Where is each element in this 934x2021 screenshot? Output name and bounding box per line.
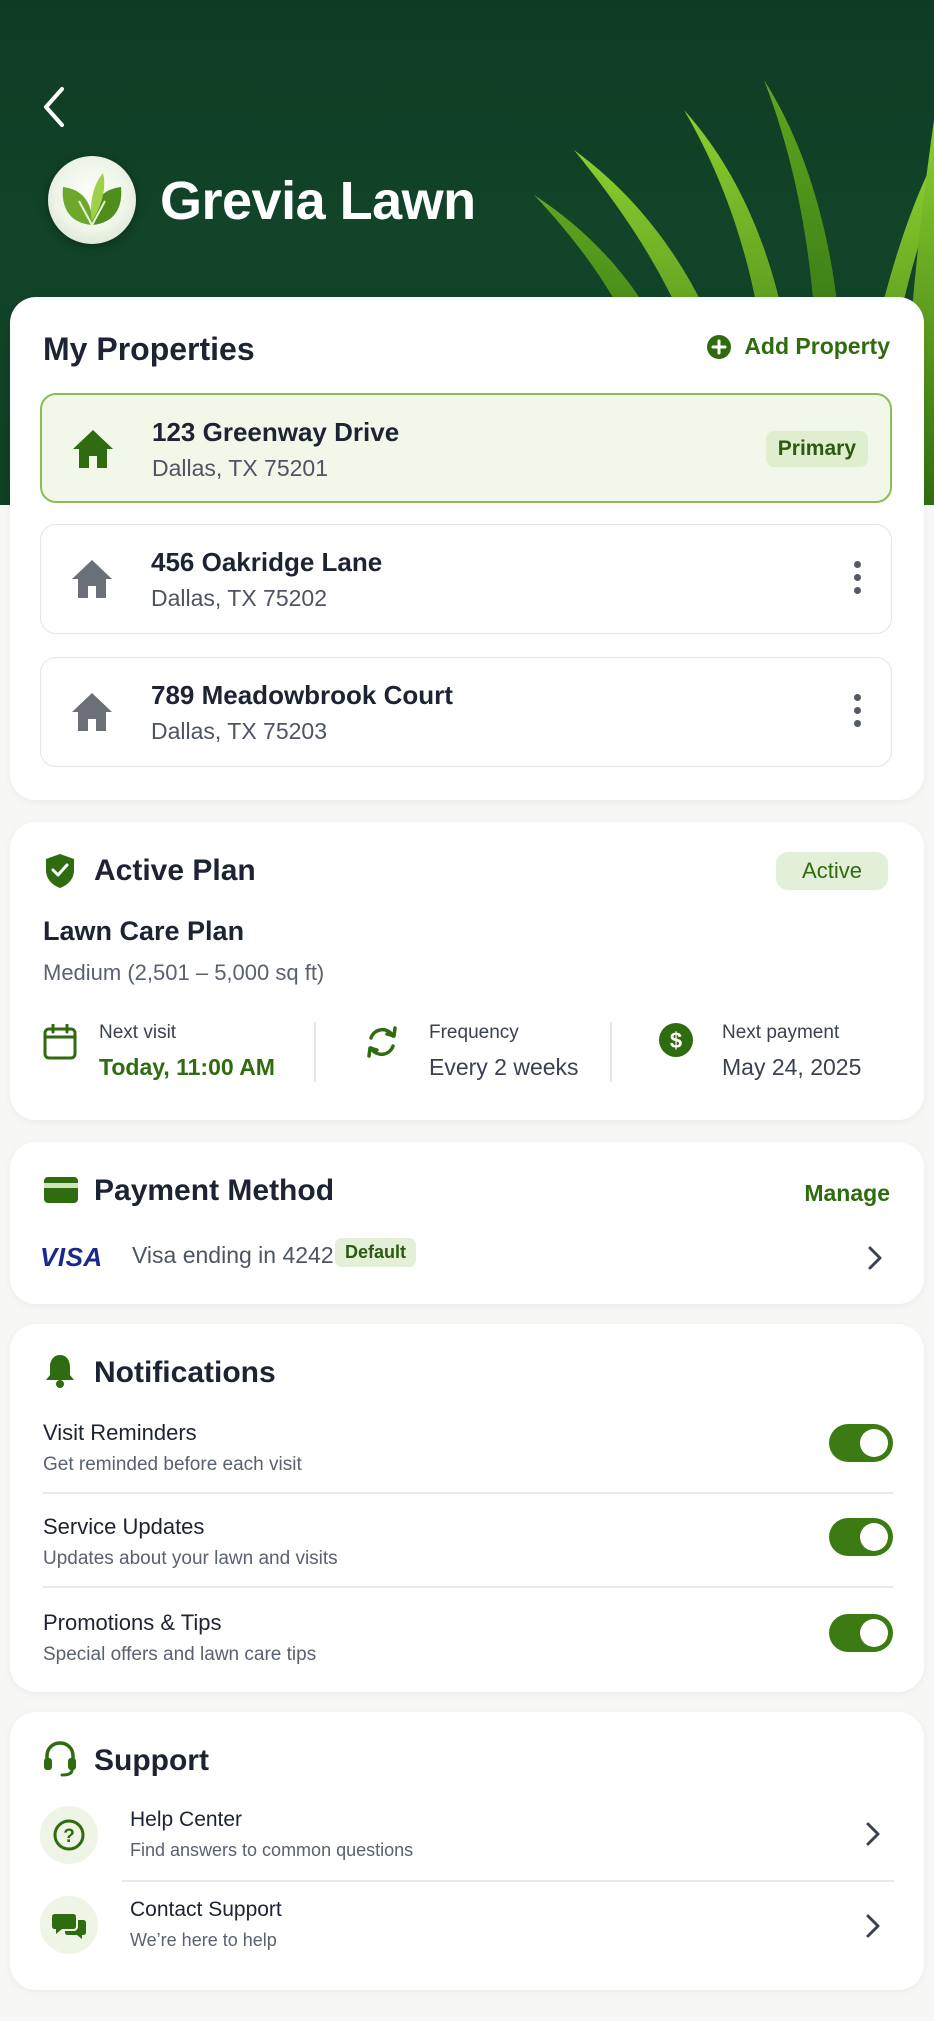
- plus-circle-icon: [707, 334, 732, 359]
- credit-card-icon: [44, 1177, 78, 1203]
- payment-method-card: Payment Method Manage VISA Visa ending i…: [10, 1142, 924, 1304]
- home-icon: [72, 693, 112, 731]
- app-logo: [48, 156, 136, 244]
- question-icon: ?: [40, 1806, 98, 1864]
- notification-row: Service Updates Updates about your lawn …: [43, 1514, 893, 1608]
- headset-icon: [44, 1741, 76, 1777]
- property-city: Dallas, TX 75202: [151, 585, 328, 611]
- contact-support-subtitle: We’re here to help: [130, 1930, 277, 1950]
- stat-divider: [610, 1022, 612, 1082]
- chevron-right-icon[interactable]: [866, 1244, 884, 1272]
- shield-check-icon: [46, 854, 74, 888]
- leaf-logo-icon: [62, 173, 122, 226]
- next-payment-value: May 24, 2025: [722, 1054, 862, 1080]
- property-address: 456 Oakridge Lane: [151, 547, 383, 577]
- calendar-icon: [43, 1024, 77, 1060]
- manage-button[interactable]: Manage: [804, 1180, 890, 1207]
- refresh-icon: [367, 1026, 397, 1058]
- add-property-label: Add Property: [744, 333, 890, 359]
- properties-card: My Properties Add Property 123 Greenway …: [10, 297, 924, 800]
- frequency-stat: Frequency Every 2 weeks: [365, 1018, 605, 1088]
- property-item[interactable]: 123 Greenway Drive Dallas, TX 75201 Prim…: [40, 393, 892, 503]
- payment-method-title: Payment Method: [94, 1174, 335, 1207]
- plan-name: Lawn Care Plan: [43, 916, 245, 946]
- visit-reminders-toggle[interactable]: [829, 1424, 893, 1462]
- notifications-title: Notifications: [94, 1356, 276, 1389]
- visa-logo: VISA: [40, 1242, 103, 1272]
- svg-text:$: $: [670, 1028, 682, 1053]
- contact-support-item[interactable]: Contact Support We’re here to help: [40, 1896, 892, 1976]
- plan-size: Medium (2,501 – 5,000 sq ft): [43, 960, 325, 985]
- chevron-left-icon: [44, 87, 64, 127]
- notification-row: Promotions & Tips Special offers and law…: [43, 1610, 893, 1704]
- notification-row: Visit Reminders Get reminded before each…: [43, 1420, 893, 1514]
- help-center-item[interactable]: ? Help Center Find answers to common que…: [40, 1806, 892, 1886]
- contact-support-title: Contact Support: [130, 1898, 282, 1921]
- home-icon: [73, 430, 113, 468]
- row-divider: [43, 1492, 893, 1494]
- service-updates-toggle[interactable]: [829, 1518, 893, 1556]
- next-payment-label: Next payment: [722, 1022, 840, 1043]
- chevron-right-icon: [866, 1914, 880, 1938]
- property-address: 789 Meadowbrook Court: [151, 680, 453, 710]
- more-options-icon[interactable]: [851, 694, 863, 732]
- next-visit-value: Today, 11:00 AM: [99, 1054, 275, 1080]
- notification-title: Visit Reminders: [43, 1420, 197, 1445]
- property-item[interactable]: 789 Meadowbrook Court Dallas, TX 75203: [40, 657, 892, 767]
- card-description: Visa ending in 4242: [132, 1242, 334, 1268]
- chevron-right-icon: [866, 1822, 880, 1846]
- next-payment-stat: $ Next payment May 24, 2025: [658, 1018, 898, 1088]
- row-divider: [122, 1880, 894, 1882]
- default-badge: Default: [335, 1238, 417, 1267]
- app-title: Grevia Lawn: [160, 171, 476, 231]
- add-property-button[interactable]: Add Property: [706, 333, 890, 360]
- primary-badge: Primary: [765, 431, 868, 467]
- more-options-icon[interactable]: [851, 561, 863, 599]
- bell-icon: [46, 1355, 74, 1388]
- property-city: Dallas, TX 75203: [151, 718, 328, 744]
- support-title: Support: [94, 1744, 209, 1777]
- notification-subtitle: Get reminded before each visit: [43, 1454, 302, 1475]
- next-visit-stat: Next visit Today, 11:00 AM: [43, 1018, 313, 1088]
- home-icon: [72, 560, 112, 598]
- svg-text:?: ?: [63, 1826, 75, 1847]
- notification-subtitle: Updates about your lawn and visits: [43, 1548, 338, 1569]
- next-visit-label: Next visit: [99, 1022, 177, 1043]
- property-city: Dallas, TX 75201: [152, 455, 329, 481]
- notifications-card: Notifications Visit Reminders Get remind…: [10, 1324, 924, 1692]
- dollar-circle-icon: $: [659, 1023, 693, 1057]
- notification-subtitle: Special offers and lawn care tips: [43, 1644, 317, 1665]
- notification-title: Promotions & Tips: [43, 1610, 222, 1635]
- notification-title: Service Updates: [43, 1514, 205, 1539]
- frequency-label: Frequency: [429, 1022, 519, 1043]
- active-plan-card: Active Plan Active Lawn Care Plan Medium…: [10, 822, 924, 1120]
- back-button[interactable]: [34, 82, 74, 132]
- properties-title: My Properties: [43, 331, 255, 367]
- frequency-value: Every 2 weeks: [429, 1054, 579, 1080]
- active-plan-title: Active Plan: [94, 854, 256, 887]
- help-center-title: Help Center: [130, 1808, 243, 1831]
- support-card: Support ? Help Center Find answers to co…: [10, 1712, 924, 1990]
- property-item[interactable]: 456 Oakridge Lane Dallas, TX 75202: [40, 524, 892, 634]
- help-center-subtitle: Find answers to common questions: [130, 1840, 414, 1860]
- row-divider: [43, 1586, 893, 1588]
- property-address: 123 Greenway Drive: [152, 417, 400, 447]
- chat-icon: [40, 1896, 98, 1954]
- promotions-tips-toggle[interactable]: [829, 1614, 893, 1652]
- status-badge: Active: [776, 852, 888, 890]
- stat-divider: [314, 1022, 316, 1082]
